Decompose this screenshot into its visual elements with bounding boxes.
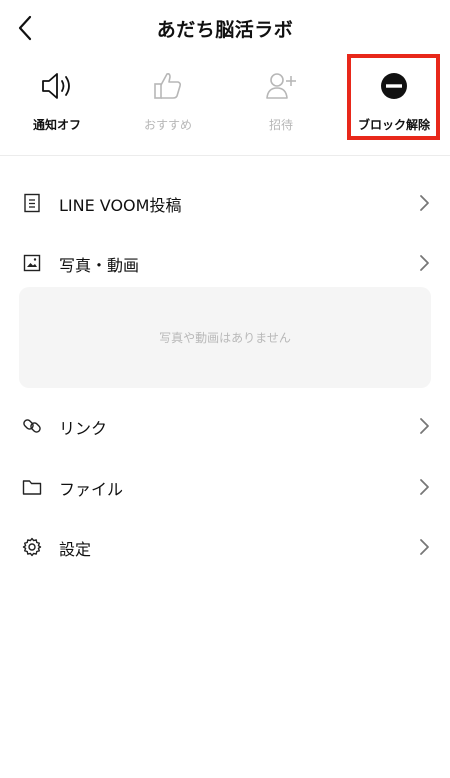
document-icon xyxy=(24,193,40,213)
chat-info-screen: あだち脳活ラボ 通知オフ おすすめ 招待 ブロック解除 LINE VOOM投稿 … xyxy=(0,0,450,778)
menu-item-label: ファイル xyxy=(59,480,124,499)
media-empty-placeholder: 写真や動画はありません xyxy=(19,287,431,388)
gear-icon xyxy=(22,537,42,557)
notification-off-button[interactable]: 通知オフ xyxy=(7,60,107,144)
menu-item-label: 写真・動画 xyxy=(59,256,140,275)
highlight-frame xyxy=(347,54,440,140)
chevron-right-icon xyxy=(420,255,429,271)
add-person-icon xyxy=(266,73,296,99)
speaker-icon xyxy=(42,73,70,99)
menu-item-links[interactable]: リンク xyxy=(0,401,450,451)
chevron-right-icon xyxy=(420,195,429,211)
menu-item-files[interactable]: ファイル xyxy=(0,462,450,512)
chevron-right-icon xyxy=(420,479,429,495)
empty-message: 写真や動画はありません xyxy=(159,331,291,345)
menu-item-label: 設定 xyxy=(59,540,92,559)
folder-icon xyxy=(22,480,42,495)
chevron-right-icon xyxy=(420,418,429,434)
image-icon xyxy=(23,254,41,272)
menu-item-settings[interactable]: 設定 xyxy=(0,522,450,572)
action-label: 招待 xyxy=(268,118,293,132)
recommend-button[interactable]: おすすめ xyxy=(118,60,218,144)
menu-item-photos-videos[interactable]: 写真・動画 xyxy=(0,238,450,288)
thumbs-up-icon xyxy=(154,73,182,99)
invite-button[interactable]: 招待 xyxy=(231,60,331,144)
header: あだち脳活ラボ xyxy=(0,0,450,56)
chevron-right-icon xyxy=(420,539,429,555)
page-title: あだち脳活ラボ xyxy=(156,19,294,41)
divider xyxy=(0,155,450,156)
action-label: おすすめ xyxy=(143,118,192,132)
action-label: 通知オフ xyxy=(32,118,81,132)
menu-item-line-voom[interactable]: LINE VOOM投稿 xyxy=(0,178,450,228)
menu-item-label: リンク xyxy=(59,419,108,438)
menu-item-label: LINE VOOM投稿 xyxy=(59,196,182,215)
link-icon xyxy=(23,419,41,433)
